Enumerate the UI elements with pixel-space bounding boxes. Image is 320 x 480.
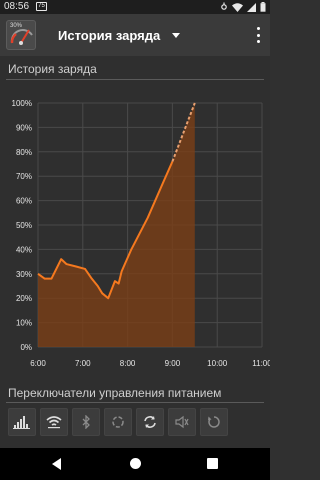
y-tick-label: 0%: [20, 343, 32, 352]
power-toggles: [8, 408, 228, 436]
app-logo-text: 30%: [10, 23, 23, 29]
toggle-auto-rotate[interactable]: [136, 408, 164, 436]
y-tick-label: 30%: [16, 270, 32, 279]
notification-icon: [221, 2, 227, 10]
battery-icon: [260, 2, 266, 12]
more-options-icon[interactable]: [256, 27, 260, 43]
x-tick-label: 8:00: [120, 359, 136, 368]
y-tick-label: 40%: [16, 245, 32, 254]
sound-icon: [175, 415, 189, 429]
section-title-toggles: Переключатели управления питанием: [8, 386, 222, 400]
chevron-down-icon: [172, 32, 181, 38]
bluetooth-icon: [82, 415, 90, 429]
auto-rotate-icon: [144, 416, 156, 428]
y-tick-label: 50%: [16, 221, 32, 230]
title-dropdown[interactable]: История заряда: [58, 27, 181, 43]
y-tick-label: 70%: [16, 172, 32, 181]
signal-icon: [247, 2, 256, 12]
back-icon[interactable]: [52, 458, 61, 470]
x-tick-label: 11:00: [252, 359, 270, 368]
y-tick-label: 100%: [12, 99, 32, 108]
brightness-icon: [13, 416, 30, 429]
toggle-sound[interactable]: [168, 408, 196, 436]
wifi-icon: [46, 416, 62, 429]
sync-icon: [112, 416, 124, 428]
navigation-bar: [0, 448, 270, 480]
section-divider: [6, 79, 264, 80]
x-tick-label: 9:00: [165, 359, 181, 368]
x-tick-label: 7:00: [75, 359, 91, 368]
y-tick-label: 80%: [16, 148, 32, 157]
toggle-sync[interactable]: [104, 408, 132, 436]
app-toolbar: 30% История заряда: [0, 14, 270, 56]
recent-apps-icon[interactable]: [207, 458, 218, 469]
y-tick-label: 10%: [16, 319, 32, 328]
screen-timeout-icon: [208, 416, 220, 428]
notification-badge: 75: [36, 2, 47, 11]
status-bar: 08:56 75: [0, 0, 270, 14]
section-divider: [6, 402, 264, 403]
toggle-wifi[interactable]: [40, 408, 68, 436]
toggle-brightness[interactable]: [8, 408, 36, 436]
section-title-history: История заряда: [8, 62, 97, 76]
y-tick-label: 20%: [16, 294, 32, 303]
toggle-screen-timeout[interactable]: [200, 408, 228, 436]
toggle-bluetooth[interactable]: [72, 408, 100, 436]
x-tick-label: 6:00: [30, 359, 46, 368]
status-time: 08:56: [4, 1, 30, 12]
x-tick-label: 10:00: [207, 359, 228, 368]
home-icon[interactable]: [130, 458, 141, 469]
y-tick-label: 60%: [16, 197, 32, 206]
screen: 08:56 75 30% История заряда История заря…: [0, 0, 270, 480]
app-logo[interactable]: 30%: [6, 20, 36, 50]
charge-history-chart: 0% 10% 20% 30% 40% 50% 60% 70% 80% 90% 100% 6:00 7:0…: [12, 99, 270, 368]
y-tick-label: 90%: [16, 123, 32, 132]
status-icons: [220, 1, 266, 13]
wifi-icon: [232, 2, 243, 12]
page-title: История заряда: [58, 27, 161, 43]
